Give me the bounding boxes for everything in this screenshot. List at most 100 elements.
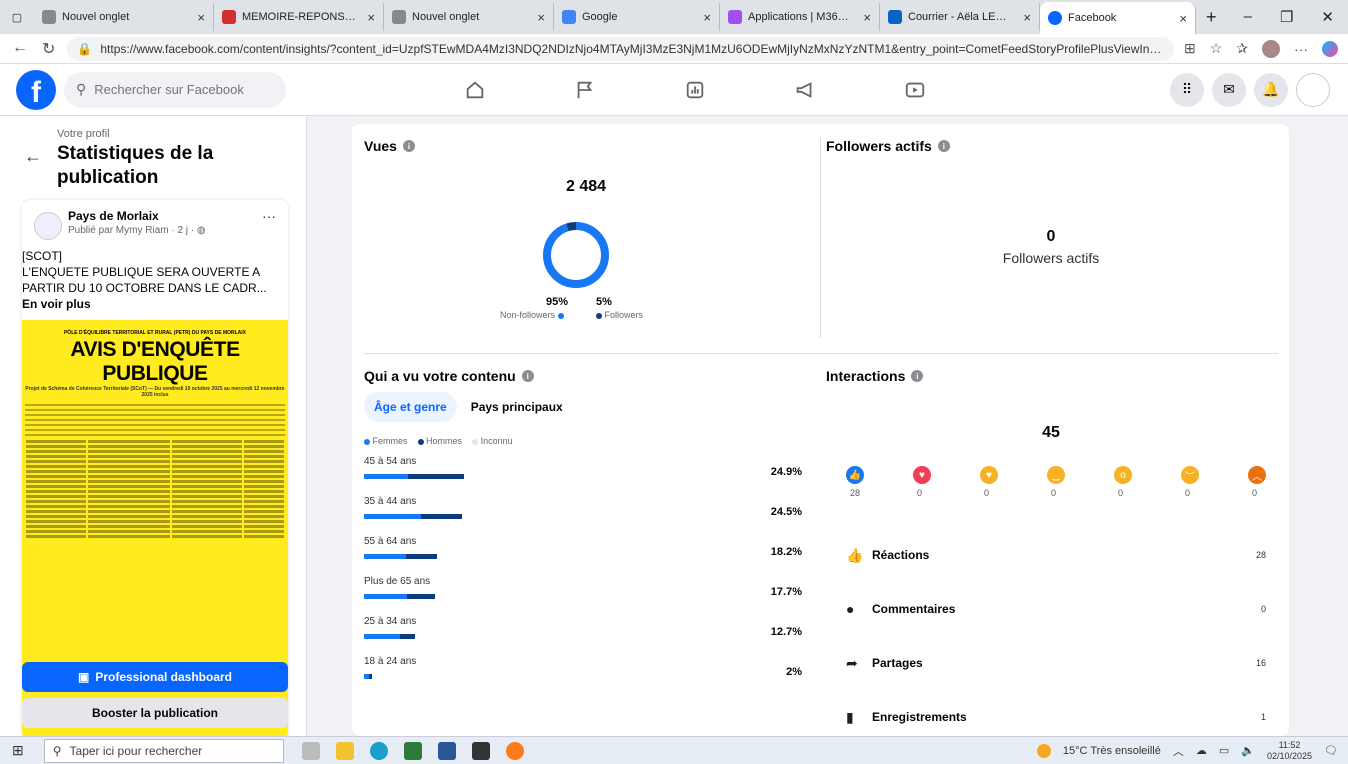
minimize-icon[interactable]: – — [1244, 8, 1252, 26]
non-followers-pct: 95% — [546, 296, 569, 308]
clock-time: 11:52 — [1278, 739, 1301, 750]
pages-flag-icon[interactable] — [530, 79, 640, 101]
page-scrollbar[interactable] — [1338, 116, 1348, 736]
restore-icon[interactable]: ❐ — [1280, 8, 1293, 26]
header-right-actions: ⠿ ✉ 🔔 — [1170, 72, 1330, 107]
task-view-icon[interactable] — [301, 741, 320, 760]
search-input[interactable] — [94, 82, 275, 97]
weather-text[interactable]: 15°C Très ensoleillé — [1063, 745, 1161, 757]
new-tab-icon[interactable]: + — [1196, 7, 1227, 28]
haha-icon: ‿ — [1047, 466, 1065, 484]
close-tab-icon[interactable]: × — [367, 10, 375, 25]
menu-grid-icon[interactable]: ⠿ — [1170, 72, 1204, 107]
tab-top-countries[interactable]: Pays principaux — [461, 392, 573, 422]
facebook-logo-icon[interactable]: f — [16, 69, 56, 110]
messenger-icon[interactable]: ✉ — [1212, 72, 1246, 107]
reaction-item: ︶ 0 — [1181, 466, 1248, 498]
close-tab-icon[interactable]: × — [197, 10, 205, 25]
close-tab-icon[interactable]: × — [1179, 11, 1187, 26]
age-bar — [364, 674, 373, 679]
reaction-count: 0 — [984, 488, 990, 498]
boost-post-button[interactable]: Booster la publication — [22, 698, 288, 728]
see-more-link[interactable]: En voir plus — [22, 297, 91, 311]
store-icon[interactable] — [403, 741, 422, 760]
close-tab-icon[interactable]: × — [1023, 10, 1031, 25]
browser-tab[interactable]: Nouvel onglet × — [34, 3, 214, 31]
edge-browser-icon[interactable] — [369, 741, 388, 760]
reaction-count: 0 — [1051, 488, 1057, 498]
dashboard-icon[interactable] — [640, 79, 750, 101]
home-icon[interactable] — [420, 79, 530, 101]
search-icon: ⚲ — [52, 743, 62, 758]
reaction-item: o0 — [1114, 466, 1181, 498]
browser-tab-bar: ▢ Nouvel onglet × MEMOIRE-REPONSE-AVIS × N… — [0, 0, 1348, 34]
back-icon[interactable]: ← — [12, 39, 28, 59]
close-tab-icon[interactable]: × — [537, 10, 545, 25]
browser-tab-active[interactable]: Facebook × — [1040, 2, 1196, 34]
copilot-icon[interactable] — [1322, 40, 1338, 57]
refresh-icon[interactable]: ↻ — [42, 39, 55, 59]
firefox-icon[interactable] — [505, 741, 524, 760]
bar-segment-femmes — [364, 554, 407, 559]
tab-age-gender[interactable]: Âge et genre — [364, 392, 457, 422]
browser-tools: ⊞ ☆ ✰ ··· — [1174, 39, 1348, 58]
browser-tab[interactable]: Courrier - Aëla LECOINTRE × — [880, 3, 1040, 31]
close-window-icon[interactable]: ✕ — [1321, 8, 1334, 26]
info-icon[interactable]: i — [937, 140, 950, 152]
close-tab-icon[interactable]: × — [703, 10, 711, 25]
cloud-icon[interactable]: ☁ — [1196, 744, 1207, 757]
info-icon[interactable]: i — [521, 370, 534, 382]
donut-non-followers-arc — [543, 222, 609, 288]
favorites-icon[interactable]: ✰ — [1236, 40, 1248, 57]
battery-icon[interactable]: ▭ — [1219, 744, 1229, 757]
info-icon[interactable]: i — [911, 370, 924, 382]
back-arrow-icon[interactable]: ← — [24, 146, 42, 167]
ads-megaphone-icon[interactable] — [750, 79, 860, 101]
interactions-section: Interactions i 45 👍 28 ♥ 0 ♥ 0 ‿ 0 o 0 ︶ 0 ︿ 0 👍 Réacti… — [826, 368, 1276, 728]
post-author[interactable]: Pays de Morlaix — [68, 209, 159, 223]
legend-dot — [472, 438, 479, 445]
account-avatar[interactable] — [1296, 72, 1330, 107]
word-icon[interactable] — [437, 741, 456, 760]
file-explorer-icon[interactable] — [335, 741, 354, 760]
professional-dashboard-button[interactable]: ▣ Professional dashboard — [22, 662, 288, 692]
browser-tab[interactable]: Nouvel onglet × — [384, 3, 554, 31]
bar-segment-femmes — [364, 634, 400, 639]
page-avatar[interactable] — [34, 212, 62, 240]
windows-start-icon[interactable]: ⊞ — [12, 742, 24, 759]
poster-table — [26, 440, 284, 538]
video-icon[interactable] — [860, 79, 970, 101]
more-icon[interactable]: ··· — [1294, 41, 1308, 57]
clock[interactable]: 11:52 02/10/2025 — [1267, 740, 1312, 762]
shares-label: Partages — [872, 656, 923, 670]
workspaces-icon[interactable]: ▢ — [0, 11, 34, 24]
profile-avatar-icon[interactable] — [1262, 39, 1280, 58]
browser-tab[interactable]: Google × — [554, 3, 720, 31]
volume-icon[interactable]: 🔈 — [1241, 744, 1255, 757]
split-screen-icon[interactable]: ⊞ — [1184, 40, 1196, 57]
notification-center-icon[interactable]: 🗨 — [1324, 744, 1338, 757]
post-options-icon[interactable]: ··· — [262, 208, 276, 224]
lock-icon: 🔒 — [77, 41, 93, 56]
info-icon[interactable]: i — [402, 140, 415, 152]
views-donut-chart — [543, 222, 609, 288]
age-bar — [364, 594, 436, 599]
close-tab-icon[interactable]: × — [863, 10, 871, 25]
taskbar-search[interactable]: ⚲ Taper ici pour rechercher — [43, 738, 284, 763]
app-icon[interactable] — [471, 741, 490, 760]
non-followers-legend: Non-followers — [500, 310, 564, 320]
taskbar-search-placeholder: Taper ici pour rechercher — [69, 743, 203, 758]
favorite-star-icon[interactable]: ☆ — [1210, 40, 1223, 57]
bar-segment-hommes — [399, 634, 415, 639]
sad-icon: ︶ — [1181, 466, 1199, 484]
legend-label: Inconnu — [480, 436, 513, 446]
audience-title-text: Qui a vu votre contenu — [364, 368, 516, 384]
browser-tab[interactable]: MEMOIRE-REPONSE-AVIS × — [214, 3, 384, 31]
tray-chevron-icon[interactable]: ︿ — [1173, 743, 1184, 759]
professional-dashboard-label: Professional dashboard — [95, 670, 233, 684]
search-box[interactable]: ⚲ — [64, 71, 286, 108]
notifications-bell-icon[interactable]: 🔔 — [1254, 72, 1288, 107]
browser-tab[interactable]: Applications | M365 Copilot × — [720, 3, 880, 31]
page-title: Statistiques de la publication — [57, 143, 214, 188]
url-field[interactable]: 🔒 https://www.facebook.com/content/insig… — [67, 36, 1174, 61]
